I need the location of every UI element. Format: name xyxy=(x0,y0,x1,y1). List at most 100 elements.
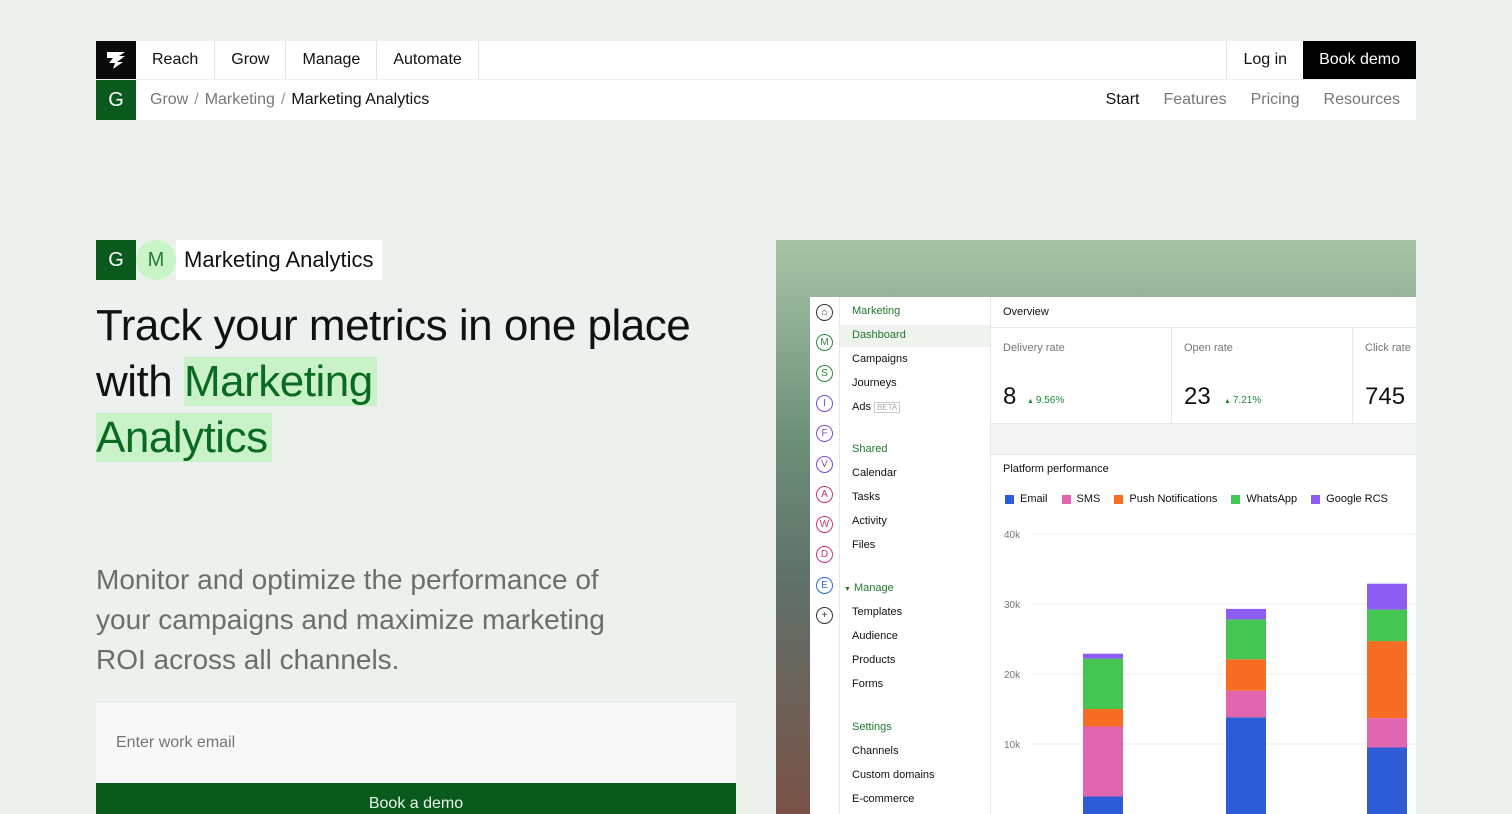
hero-subtitle: Monitor and optimize the performance of … xyxy=(96,564,605,675)
legend-item[interactable]: Push Notifications xyxy=(1114,493,1217,505)
kpi-value: 8 xyxy=(1003,383,1017,410)
brand-logo[interactable] xyxy=(96,41,136,79)
menu-item-ads-label: Ads xyxy=(852,401,871,413)
rail-app-icon[interactable]: S xyxy=(816,364,833,382)
rail-app-icon[interactable]: ⌂ xyxy=(816,304,833,321)
kpi-card[interactable]: Open rate 23 ▲ 7.21% xyxy=(1172,328,1353,425)
menu-item-files[interactable]: Files xyxy=(852,539,875,551)
menu-section-marketing[interactable]: Marketing xyxy=(852,305,900,317)
menu-section-settings[interactable]: Settings xyxy=(852,721,892,733)
rail-app-icon[interactable]: D xyxy=(816,546,833,564)
rail-app-icon[interactable]: I xyxy=(816,394,833,412)
menu-section-shared[interactable]: Shared xyxy=(852,443,887,455)
trend-up-icon: ▲ xyxy=(1027,398,1036,405)
menu-item-templates[interactable]: Templates xyxy=(852,606,902,618)
bar-segment[interactable] xyxy=(1083,709,1123,727)
menu-item-products[interactable]: Products xyxy=(852,654,895,666)
y-tick-label: 30k xyxy=(1004,600,1021,611)
menu-item-forms[interactable]: Forms xyxy=(852,678,883,690)
email-input[interactable] xyxy=(96,703,736,783)
bar-segment[interactable] xyxy=(1367,747,1407,814)
bar-segment[interactable] xyxy=(1226,717,1266,814)
menu-item-journeys[interactable]: Journeys xyxy=(852,377,897,389)
menu-item-custom-domains[interactable]: Custom domains xyxy=(852,769,935,781)
nav-item-reach[interactable]: Reach xyxy=(136,41,216,79)
rail-app-icon[interactable]: W xyxy=(816,516,833,534)
book-demo-button[interactable]: Book demo xyxy=(1303,41,1416,79)
legend-item[interactable]: WhatsApp xyxy=(1231,493,1297,505)
app-icon-rail: ⌂ M S I F V A W D E + xyxy=(810,297,840,814)
platform-performance-title: Platform performance xyxy=(1003,463,1109,475)
legend-swatch xyxy=(1061,494,1071,504)
section-links: Start Features Pricing Resources xyxy=(1106,91,1416,109)
badge-title: Marketing Analytics xyxy=(176,240,382,280)
rail-app-icon[interactable]: F xyxy=(816,425,833,443)
bar-segment[interactable] xyxy=(1367,609,1407,642)
badge-g: G xyxy=(96,240,136,280)
sub-nav: G Grow / Marketing / Marketing Analytics… xyxy=(96,80,1416,120)
rail-app-icon[interactable]: M xyxy=(816,334,833,352)
menu-section-manage[interactable]: ▼ Manage xyxy=(844,582,894,594)
bar-segment[interactable] xyxy=(1226,659,1266,691)
link-features[interactable]: Features xyxy=(1163,91,1226,109)
menu-item-dashboard[interactable]: Dashboard xyxy=(852,329,906,341)
bar-segment[interactable] xyxy=(1083,653,1123,659)
legend-label: Email xyxy=(1020,493,1048,505)
legend-label: Push Notifications xyxy=(1129,493,1218,505)
legend-item[interactable]: SMS xyxy=(1061,493,1100,505)
link-resources[interactable]: Resources xyxy=(1324,91,1400,109)
y-tick-label: 40k xyxy=(1004,530,1021,541)
kpi-delta-value: 7.21% xyxy=(1232,395,1262,406)
menu-item-channels[interactable]: Channels xyxy=(852,745,898,757)
kpi-card[interactable]: Click rate 745 xyxy=(1353,328,1416,425)
nav-item-manage[interactable]: Manage xyxy=(286,41,378,79)
menu-item-audience[interactable]: Audience xyxy=(852,630,898,642)
rail-app-icon[interactable]: V xyxy=(816,455,833,473)
breadcrumb-separator: / xyxy=(194,91,199,108)
brand-logo-icon xyxy=(107,52,125,69)
menu-item-calendar[interactable]: Calendar xyxy=(852,467,897,479)
legend-swatch xyxy=(1311,494,1321,504)
breadcrumb-grow[interactable]: Grow xyxy=(150,91,188,109)
product-screenshot: ⌂ M S I F V A W D E + Marketing Dashboard Campaign… xyxy=(776,240,1416,814)
rail-app-icon[interactable]: + xyxy=(816,607,833,624)
legend-item[interactable]: Email xyxy=(1005,493,1048,505)
app-window: ⌂ M S I F V A W D E + Marketing Dashboard Campaign… xyxy=(810,297,1416,814)
nav-item-grow[interactable]: Grow xyxy=(215,41,287,79)
bar-segment[interactable] xyxy=(1367,583,1407,610)
menu-item-campaigns[interactable]: Campaigns xyxy=(852,353,908,365)
login-button[interactable]: Log in xyxy=(1226,41,1303,79)
book-a-demo-button[interactable]: Book a demo xyxy=(96,783,736,814)
menu-item-activity[interactable]: Activity xyxy=(852,515,887,527)
kpi-row: Delivery rate 8 ▲ 9.56% Open rate 23 ▲ 7… xyxy=(991,327,1416,425)
nav-item-automate[interactable]: Automate xyxy=(377,41,479,79)
legend-swatch xyxy=(1005,494,1014,504)
rail-app-icon[interactable]: A xyxy=(816,485,833,503)
app-sidebar-menu: Marketing Dashboard Campaigns Journeys A… xyxy=(840,297,991,814)
trend-up-icon: ▲ xyxy=(1224,398,1233,405)
bar-segment[interactable] xyxy=(1226,608,1266,620)
legend-item[interactable]: Google RCS xyxy=(1311,493,1388,505)
kpi-delta-value: 9.56% xyxy=(1035,395,1065,406)
kpi-label: Delivery rate xyxy=(1003,342,1065,354)
kpi-card[interactable]: Delivery rate 8 ▲ 9.56% xyxy=(991,328,1172,425)
kpi-value: 745 xyxy=(1365,383,1406,410)
kpi-value: 23 xyxy=(1184,383,1211,410)
bar-segment[interactable] xyxy=(1367,718,1407,748)
kpi-label: Click rate xyxy=(1365,342,1411,354)
breadcrumb-separator: / xyxy=(280,91,286,108)
bar-segment[interactable] xyxy=(1226,690,1266,718)
chart-legend: Email SMS Push Notifications WhatsApp Google… xyxy=(1005,493,1388,505)
bar-segment[interactable] xyxy=(1083,796,1123,814)
bar-segment[interactable] xyxy=(1083,726,1123,797)
bar-segment[interactable] xyxy=(1226,619,1266,660)
breadcrumb-marketing[interactable]: Marketing xyxy=(205,91,275,109)
bar-segment[interactable] xyxy=(1083,658,1123,709)
menu-item-ecommerce[interactable]: E-commerce xyxy=(852,793,914,805)
menu-item-ads[interactable]: Ads BETA xyxy=(852,401,901,413)
link-start[interactable]: Start xyxy=(1106,91,1140,109)
bar-segment[interactable] xyxy=(1367,641,1407,719)
menu-item-tasks[interactable]: Tasks xyxy=(852,491,880,503)
rail-app-icon[interactable]: E xyxy=(816,576,833,594)
link-pricing[interactable]: Pricing xyxy=(1251,91,1300,109)
